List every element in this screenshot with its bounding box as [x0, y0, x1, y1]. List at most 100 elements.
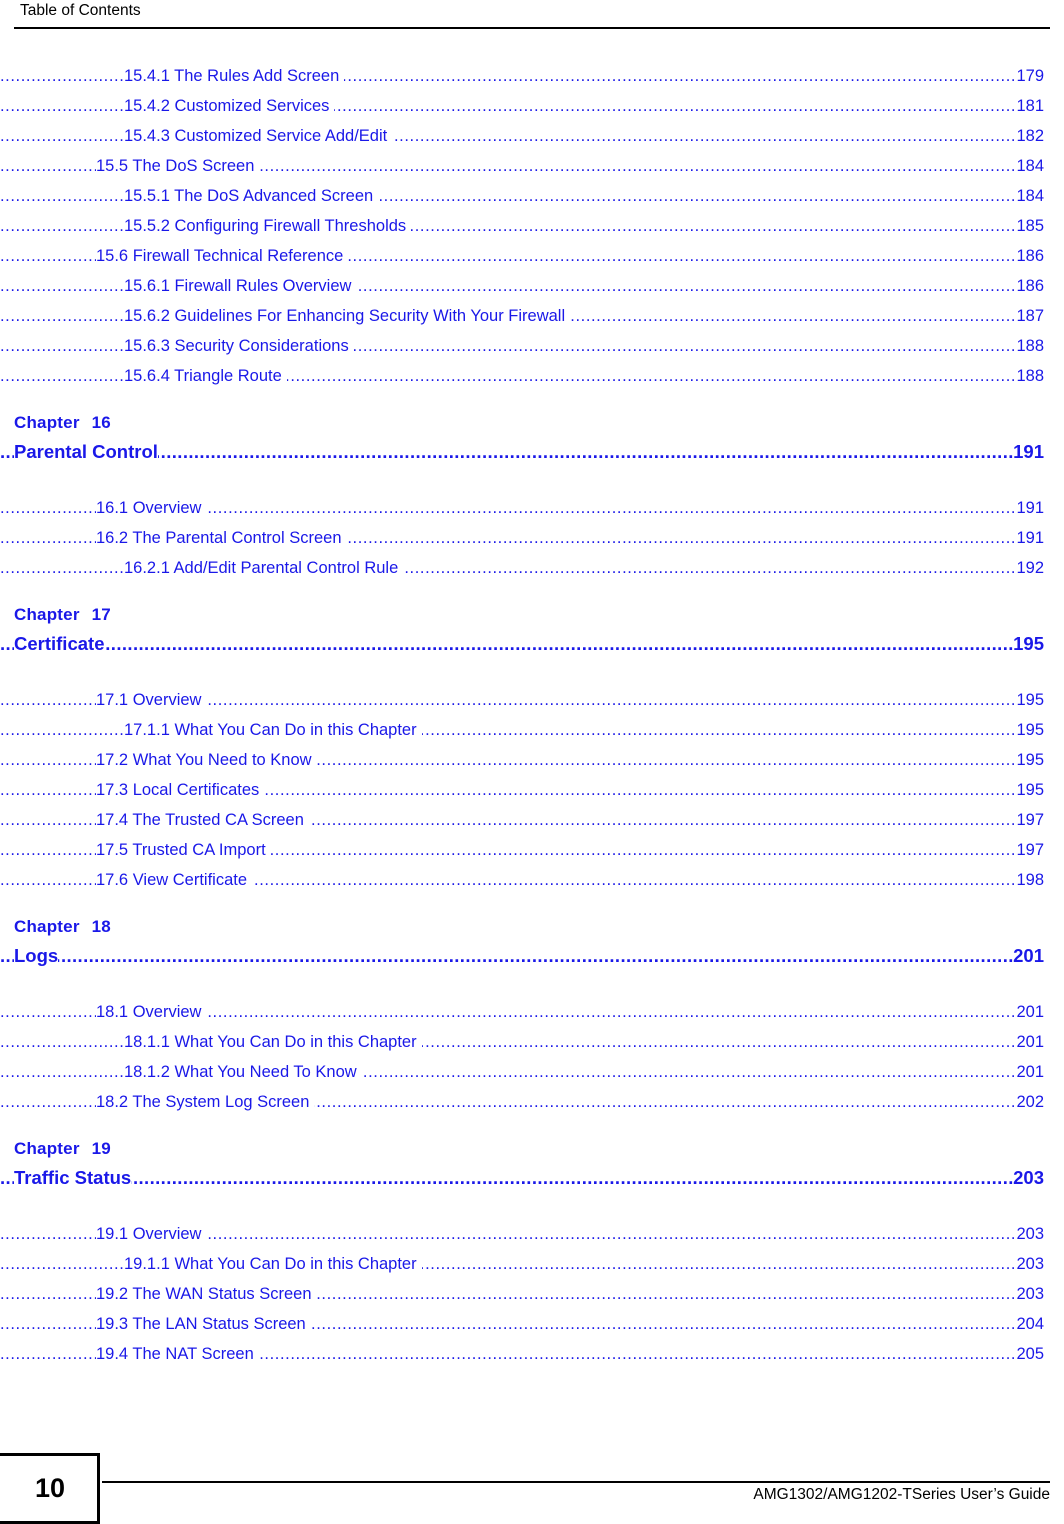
toc-entry-page-number: 203 — [1015, 1279, 1044, 1309]
toc-entry-page-number: 203 — [1015, 1249, 1044, 1279]
toc-entry[interactable]: 17.1 Overview 195 — [0, 685, 1064, 715]
toc-entry[interactable]: 15.5 The DoS Screen 184 — [0, 151, 1064, 181]
chapter-word: Chapter — [14, 605, 80, 624]
toc-entry-title[interactable]: 15.6.2 Guidelines For Enhancing Security… — [124, 301, 571, 331]
toc-entry[interactable]: 17.4 The Trusted CA Screen 197 — [0, 805, 1064, 835]
toc-entry[interactable]: 15.4.1 The Rules Add Screen 179 — [0, 61, 1064, 91]
toc-entry-page-number: 179 — [1015, 61, 1044, 91]
chapter-title[interactable]: Certificate — [14, 630, 105, 658]
toc-entry[interactable]: 19.1.1 What You Can Do in this Chapter 2… — [0, 1249, 1064, 1279]
toc-entry[interactable]: 19.2 The WAN Status Screen 203 — [0, 1279, 1064, 1309]
toc-entry-title[interactable]: 15.4.3 Customized Service Add/Edit — [124, 121, 393, 151]
chapter-heading-block[interactable]: Chapter 17 Certificate 195 — [0, 605, 1064, 663]
toc-entry[interactable]: 17.3 Local Certificates 195 — [0, 775, 1064, 805]
toc-entry-title[interactable]: 19.3 The LAN Status Screen — [96, 1309, 311, 1339]
toc-entry[interactable]: 17.5 Trusted CA Import 197 — [0, 835, 1064, 865]
toc-entry[interactable]: 18.1.2 What You Need To Know 201 — [0, 1057, 1064, 1087]
toc-entry[interactable]: 15.4.2 Customized Services 181 — [0, 91, 1064, 121]
toc-entry[interactable]: 17.1.1 What You Can Do in this Chapter 1… — [0, 715, 1064, 745]
toc-entry[interactable]: 15.6.2 Guidelines For Enhancing Security… — [0, 301, 1064, 331]
chapter-title-row[interactable]: Parental Control 191 — [0, 438, 1064, 466]
leader-dots — [0, 1164, 1044, 1192]
toc-entry[interactable]: 15.4.3 Customized Service Add/Edit 182 — [0, 121, 1064, 151]
toc-entry[interactable]: 15.6.4 Triangle Route 188 — [0, 361, 1064, 391]
toc-entry-page-number: 186 — [1015, 271, 1044, 301]
header-divider — [14, 27, 1050, 29]
toc-entry[interactable]: 19.4 The NAT Screen 205 — [0, 1339, 1064, 1369]
toc-entry-title[interactable]: 18.1.1 What You Can Do in this Chapter — [124, 1027, 422, 1057]
toc-entry[interactable]: 16.2.1 Add/Edit Parental Control Rule 19… — [0, 553, 1064, 583]
toc-entry-page-number: 186 — [1015, 241, 1044, 271]
toc-entry-title[interactable]: 18.2 The System Log Screen — [96, 1087, 315, 1117]
toc-entry-title[interactable]: 17.1 Overview — [96, 685, 207, 715]
toc-entry[interactable]: 19.1 Overview 203 — [0, 1219, 1064, 1249]
page-number-box: 10 — [0, 1453, 100, 1524]
toc-entry[interactable]: 17.2 What You Need to Know 195 — [0, 745, 1064, 775]
chapter-title[interactable]: Parental Control — [14, 438, 158, 466]
toc-entry-title[interactable]: 16.2.1 Add/Edit Parental Control Rule — [124, 553, 404, 583]
toc-entry-title[interactable]: 17.4 The Trusted CA Screen — [96, 805, 309, 835]
document-title-footer: AMG1302/AMG1202-TSeries User’s Guide — [753, 1486, 1050, 1503]
page-number: 10 — [34, 1473, 66, 1503]
toc-entry-title[interactable]: 15.6.3 Security Considerations — [124, 331, 354, 361]
toc-entry[interactable]: 18.1.1 What You Can Do in this Chapter 2… — [0, 1027, 1064, 1057]
toc-entry-title[interactable]: 17.3 Local Certificates — [96, 775, 265, 805]
toc-entry[interactable]: 15.5.2 Configuring Firewall Thresholds 1… — [0, 211, 1064, 241]
toc-entry[interactable]: 16.2 The Parental Control Screen 191 — [0, 523, 1064, 553]
toc-entry-page-number: 201 — [1015, 1057, 1044, 1087]
toc-entry-page-number: 182 — [1015, 121, 1044, 151]
chapter-heading-block[interactable]: Chapter 18 Logs 201 — [0, 917, 1064, 975]
toc-entry[interactable]: 15.6 Firewall Technical Reference 186 — [0, 241, 1064, 271]
toc-entry[interactable]: 15.5.1 The DoS Advanced Screen 184 — [0, 181, 1064, 211]
toc-entry[interactable]: 15.6.1 Firewall Rules Overview 186 — [0, 271, 1064, 301]
toc-entry[interactable]: 19.3 The LAN Status Screen 204 — [0, 1309, 1064, 1339]
toc-entry-title[interactable]: 15.6.4 Triangle Route — [124, 361, 287, 391]
toc-entry-title[interactable]: 15.4.2 Customized Services — [124, 91, 335, 121]
toc-entry-title[interactable]: 15.6 Firewall Technical Reference — [96, 241, 349, 271]
chapter-entries-gap — [0, 975, 1064, 997]
toc-entry[interactable]: 17.6 View Certificate 198 — [0, 865, 1064, 895]
toc-entry-title[interactable]: 15.6.1 Firewall Rules Overview — [124, 271, 357, 301]
chapter-title[interactable]: Logs — [14, 942, 59, 970]
chapter-number: 17 — [91, 605, 111, 624]
toc-entry-page-number: 204 — [1015, 1309, 1044, 1339]
toc-entry-title[interactable]: 15.5 The DoS Screen — [96, 151, 260, 181]
toc-entry[interactable]: 18.1 Overview 201 — [0, 997, 1064, 1027]
toc-entry-title[interactable]: 19.1 Overview — [96, 1219, 207, 1249]
toc-entry-title[interactable]: 18.1 Overview — [96, 997, 207, 1027]
toc-entry-title[interactable]: 19.2 The WAN Status Screen — [96, 1279, 317, 1309]
toc-entry-title[interactable]: 17.1.1 What You Can Do in this Chapter — [124, 715, 422, 745]
toc-entry-page-number: 195 — [1015, 775, 1044, 805]
chapter-title-row[interactable]: Certificate 195 — [0, 630, 1064, 658]
toc-entry-title[interactable]: 15.4.1 The Rules Add Screen — [124, 61, 345, 91]
chapter-number: 18 — [91, 917, 111, 936]
toc-entry[interactable]: 18.2 The System Log Screen 202 — [0, 1087, 1064, 1117]
chapter-title[interactable]: Traffic Status — [14, 1164, 132, 1192]
toc-entry-title[interactable]: 15.5.2 Configuring Firewall Thresholds — [124, 211, 412, 241]
leader-dots — [0, 942, 1044, 970]
chapter-page-number: 191 — [1013, 438, 1044, 466]
chapter-title-row[interactable]: Logs 201 — [0, 942, 1064, 970]
toc-entry[interactable]: 15.6.3 Security Considerations 188 — [0, 331, 1064, 361]
toc-entry-page-number: 195 — [1015, 715, 1044, 745]
toc-entry-page-number: 184 — [1015, 181, 1044, 211]
chapter-number: 19 — [91, 1139, 111, 1158]
chapter-heading-block[interactable]: Chapter 16 Parental Control 191 — [0, 413, 1064, 471]
toc-entry[interactable]: 16.1 Overview 191 — [0, 493, 1064, 523]
toc-entry-title[interactable]: 19.1.1 What You Can Do in this Chapter — [124, 1249, 422, 1279]
chapter-title-row[interactable]: Traffic Status 203 — [0, 1164, 1064, 1192]
toc-entry-title[interactable]: 16.2 The Parental Control Screen — [96, 523, 347, 553]
toc-entry-page-number: 202 — [1015, 1087, 1044, 1117]
toc-entry-title[interactable]: 19.4 The NAT Screen — [96, 1339, 259, 1369]
toc-entry-page-number: 201 — [1015, 997, 1044, 1027]
toc-entry-title[interactable]: 17.2 What You Need to Know — [96, 745, 317, 775]
chapter-heading-block[interactable]: Chapter 19 Traffic Status 203 — [0, 1139, 1064, 1197]
chapter-entries-gap — [0, 663, 1064, 685]
chapter-label: Chapter 18 — [14, 917, 111, 937]
toc-entry-title[interactable]: 15.5.1 The DoS Advanced Screen — [124, 181, 379, 211]
toc-entry-title[interactable]: 18.1.2 What You Need To Know — [124, 1057, 362, 1087]
toc-entry-title[interactable]: 17.5 Trusted CA Import — [96, 835, 271, 865]
toc-entry-title[interactable]: 16.1 Overview — [96, 493, 207, 523]
toc-entry-title[interactable]: 17.6 View Certificate — [96, 865, 253, 895]
chapter-page-number: 195 — [1013, 630, 1044, 658]
